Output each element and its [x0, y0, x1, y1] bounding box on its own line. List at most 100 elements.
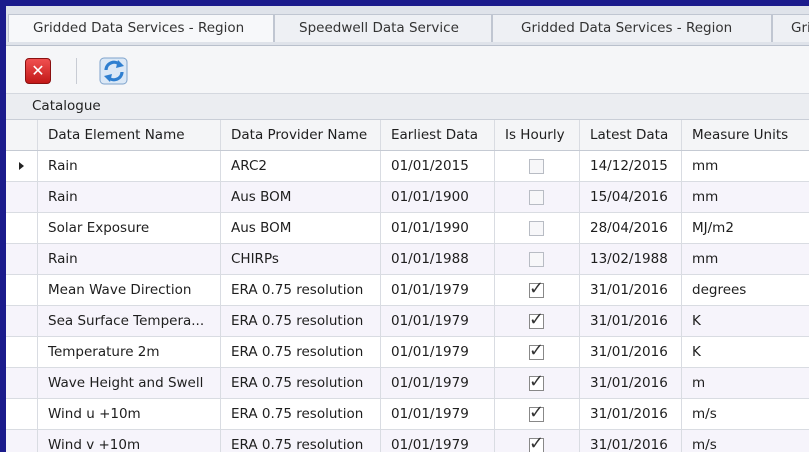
cell-earliest-data[interactable]: 01/01/1979 — [381, 368, 495, 398]
cell-measure-units[interactable]: m/s — [682, 399, 809, 429]
cell-data-provider-name[interactable]: CHIRPs — [221, 244, 381, 274]
column-header-data-provider-name[interactable]: Data Provider Name — [221, 120, 381, 150]
cell-is-hourly[interactable] — [495, 213, 580, 243]
cell-is-hourly[interactable] — [495, 244, 580, 274]
is-hourly-checkbox[interactable] — [529, 252, 544, 267]
cell-data-element-name[interactable]: Rain — [38, 244, 221, 274]
is-hourly-checkbox[interactable]: ✓ — [529, 310, 544, 330]
row-indicator[interactable] — [6, 430, 38, 452]
cell-measure-units[interactable]: K — [682, 337, 809, 367]
row-indicator[interactable] — [6, 306, 38, 336]
cell-data-provider-name[interactable]: Aus BOM — [221, 213, 381, 243]
row-indicator[interactable] — [6, 213, 38, 243]
row-indicator[interactable] — [6, 337, 38, 367]
column-header-earliest-data[interactable]: Earliest Data — [381, 120, 495, 150]
cell-measure-units[interactable]: degrees — [682, 275, 809, 305]
cell-is-hourly[interactable]: ✓ — [495, 275, 580, 305]
cell-earliest-data[interactable]: 01/01/1979 — [381, 399, 495, 429]
cell-latest-data[interactable]: 31/01/2016 — [580, 399, 682, 429]
cell-is-hourly[interactable]: ✓ — [495, 306, 580, 336]
table-row[interactable]: Sea Surface Tempera... ERA 0.75 resolutio… — [6, 306, 809, 337]
refresh-button[interactable] — [98, 55, 130, 87]
is-hourly-checkbox[interactable] — [529, 159, 544, 174]
close-button[interactable]: ✕ — [23, 55, 55, 87]
cell-is-hourly[interactable] — [495, 151, 580, 181]
cell-data-provider-name[interactable]: ERA 0.75 resolution — [221, 368, 381, 398]
cell-is-hourly[interactable]: ✓ — [495, 399, 580, 429]
cell-measure-units[interactable]: MJ/m2 — [682, 213, 809, 243]
cell-is-hourly[interactable]: ✓ — [495, 430, 580, 452]
is-hourly-checkbox[interactable]: ✓ — [529, 434, 544, 452]
cell-measure-units[interactable]: m — [682, 368, 809, 398]
cell-data-provider-name[interactable]: ERA 0.75 resolution — [221, 430, 381, 452]
cell-data-element-name[interactable]: Rain — [38, 182, 221, 212]
cell-data-element-name[interactable]: Wind v +10m — [38, 430, 221, 452]
is-hourly-checkbox[interactable]: ✓ — [529, 279, 544, 299]
table-row[interactable]: Mean Wave Direction ERA 0.75 resolution 01… — [6, 275, 809, 306]
cell-measure-units[interactable]: m/s — [682, 430, 809, 452]
cell-latest-data[interactable]: 31/01/2016 — [580, 275, 682, 305]
cell-data-element-name[interactable]: Wind u +10m — [38, 399, 221, 429]
row-indicator[interactable] — [6, 399, 38, 429]
cell-data-provider-name[interactable]: ERA 0.75 resolution — [221, 275, 381, 305]
cell-data-provider-name[interactable]: ERA 0.75 resolution — [221, 337, 381, 367]
is-hourly-checkbox[interactable] — [529, 221, 544, 236]
row-indicator[interactable] — [6, 244, 38, 274]
cell-latest-data[interactable]: 31/01/2016 — [580, 306, 682, 336]
tab-gridded-region-1[interactable]: Gridded Data Services - Region — [8, 14, 274, 42]
cell-is-hourly[interactable]: ✓ — [495, 368, 580, 398]
cell-measure-units[interactable]: mm — [682, 182, 809, 212]
is-hourly-checkbox[interactable]: ✓ — [529, 403, 544, 423]
cell-measure-units[interactable]: mm — [682, 151, 809, 181]
column-header-data-element-name[interactable]: Data Element Name — [38, 120, 221, 150]
cell-data-element-name[interactable]: Solar Exposure — [38, 213, 221, 243]
table-row[interactable]: Rain Aus BOM 01/01/1900 15/04/2016 mm — [6, 182, 809, 213]
cell-is-hourly[interactable]: ✓ — [495, 337, 580, 367]
cell-data-provider-name[interactable]: ERA 0.75 resolution — [221, 306, 381, 336]
cell-latest-data[interactable]: 31/01/2016 — [580, 337, 682, 367]
table-row[interactable]: Wind v +10m ERA 0.75 resolution 01/01/1979… — [6, 430, 809, 452]
cell-latest-data[interactable]: 13/02/1988 — [580, 244, 682, 274]
cell-measure-units[interactable]: K — [682, 306, 809, 336]
cell-earliest-data[interactable]: 01/01/2015 — [381, 151, 495, 181]
cell-latest-data[interactable]: 31/01/2016 — [580, 430, 682, 452]
column-header-latest-data[interactable]: Latest Data — [580, 120, 682, 150]
cell-latest-data[interactable]: 31/01/2016 — [580, 368, 682, 398]
row-indicator[interactable] — [6, 151, 38, 181]
cell-data-provider-name[interactable]: Aus BOM — [221, 182, 381, 212]
cell-earliest-data[interactable]: 01/01/1979 — [381, 337, 495, 367]
table-row[interactable]: Solar Exposure Aus BOM 01/01/1990 28/04/201… — [6, 213, 809, 244]
row-indicator[interactable] — [6, 182, 38, 212]
tab-overflow[interactable]: Gri — [772, 14, 809, 42]
column-header-is-hourly[interactable]: Is Hourly — [495, 120, 580, 150]
table-row[interactable]: Wind u +10m ERA 0.75 resolution 01/01/1979… — [6, 399, 809, 430]
cell-latest-data[interactable]: 14/12/2015 — [580, 151, 682, 181]
cell-data-provider-name[interactable]: ARC2 — [221, 151, 381, 181]
cell-data-element-name[interactable]: Rain — [38, 151, 221, 181]
is-hourly-checkbox[interactable] — [529, 190, 544, 205]
cell-earliest-data[interactable]: 01/01/1979 — [381, 275, 495, 305]
cell-data-element-name[interactable]: Temperature 2m — [38, 337, 221, 367]
cell-earliest-data[interactable]: 01/01/1990 — [381, 213, 495, 243]
cell-earliest-data[interactable]: 01/01/1979 — [381, 306, 495, 336]
cell-data-provider-name[interactable]: ERA 0.75 resolution — [221, 399, 381, 429]
cell-data-element-name[interactable]: Wave Height and Swell — [38, 368, 221, 398]
table-row[interactable]: Temperature 2m ERA 0.75 resolution 01/01/1… — [6, 337, 809, 368]
column-header-measure-units[interactable]: Measure Units — [682, 120, 809, 150]
cell-earliest-data[interactable]: 01/01/1988 — [381, 244, 495, 274]
table-row[interactable]: Rain ARC2 01/01/2015 14/12/2015 mm — [6, 151, 809, 182]
is-hourly-checkbox[interactable]: ✓ — [529, 341, 544, 361]
row-indicator[interactable] — [6, 368, 38, 398]
is-hourly-checkbox[interactable]: ✓ — [529, 372, 544, 392]
tab-speedwell[interactable]: Speedwell Data Service — [274, 14, 492, 42]
tab-gridded-region-2[interactable]: Gridded Data Services - Region — [492, 14, 772, 42]
cell-is-hourly[interactable] — [495, 182, 580, 212]
table-row[interactable]: Rain CHIRPs 01/01/1988 13/02/1988 mm — [6, 244, 809, 275]
cell-data-element-name[interactable]: Sea Surface Tempera... — [38, 306, 221, 336]
cell-earliest-data[interactable]: 01/01/1900 — [381, 182, 495, 212]
cell-latest-data[interactable]: 15/04/2016 — [580, 182, 682, 212]
table-row[interactable]: Wave Height and Swell ERA 0.75 resolution… — [6, 368, 809, 399]
row-indicator[interactable] — [6, 275, 38, 305]
cell-earliest-data[interactable]: 01/01/1979 — [381, 430, 495, 452]
cell-latest-data[interactable]: 28/04/2016 — [580, 213, 682, 243]
